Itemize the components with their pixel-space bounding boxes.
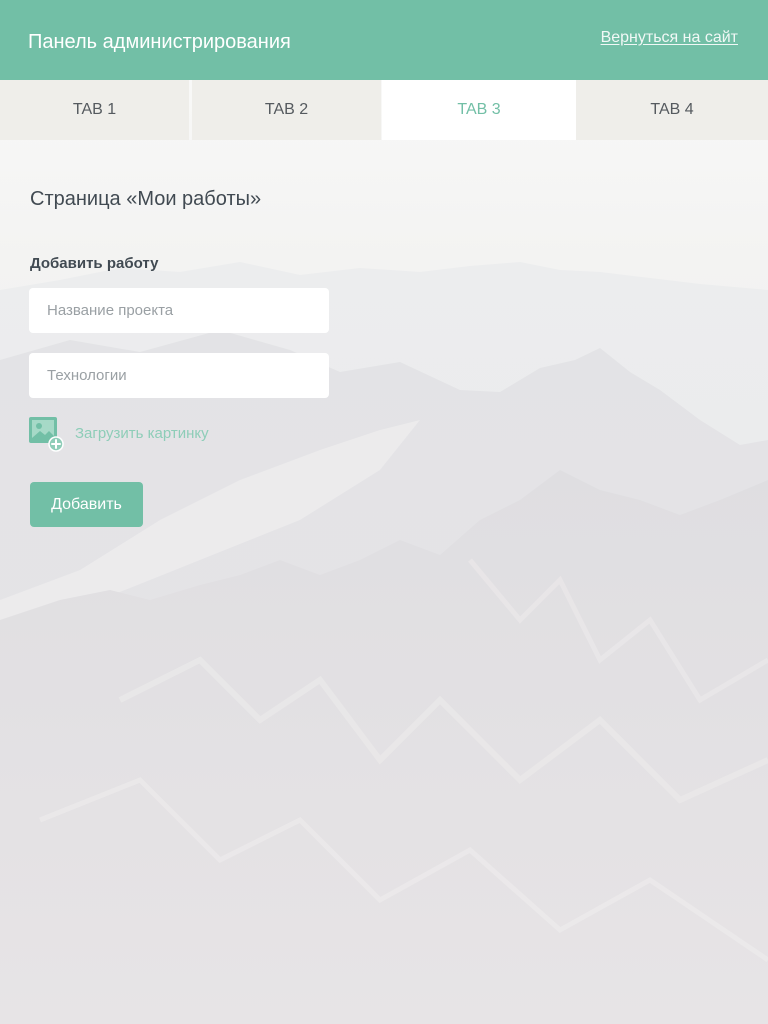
header-bar: Панель администрирования Вернуться на са… — [0, 0, 768, 80]
technologies-input[interactable] — [29, 353, 329, 398]
back-to-site-link[interactable]: Вернуться на сайт — [601, 29, 738, 47]
image-add-icon — [29, 417, 64, 452]
app-title: Панель администрирования — [28, 31, 291, 53]
tab-4[interactable]: TAB 4 — [576, 80, 768, 140]
page-title: Страница «Мои работы» — [30, 188, 262, 210]
upload-image-label: Загрузить картинку — [75, 425, 209, 442]
tab-3[interactable]: TAB 3 — [382, 80, 576, 140]
project-name-input[interactable] — [29, 288, 329, 333]
tab-2[interactable]: TAB 2 — [192, 80, 381, 140]
tab-1[interactable]: TAB 1 — [0, 80, 189, 140]
add-button[interactable]: Добавить — [30, 482, 143, 527]
add-work-heading: Добавить работу — [30, 255, 159, 272]
tab-bar: TAB 1 TAB 2 TAB 3 TAB 4 — [0, 80, 768, 140]
